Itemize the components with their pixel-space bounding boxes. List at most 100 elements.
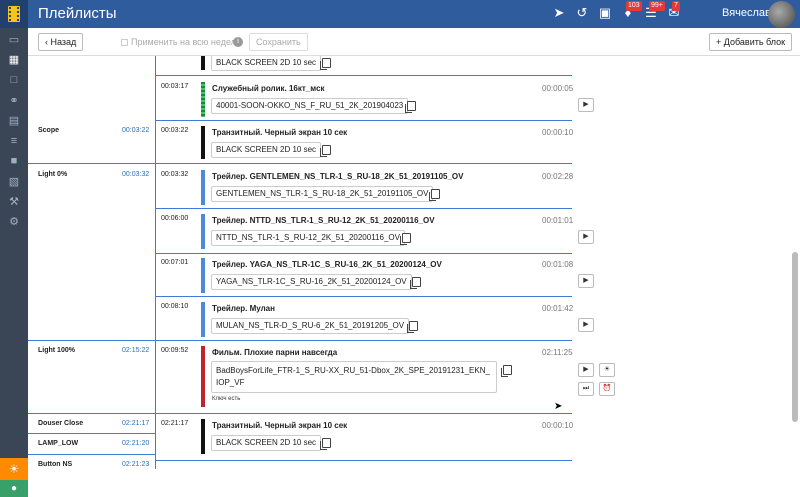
alarm-button[interactable]: ⏰ <box>599 382 615 396</box>
block-divider <box>28 163 155 164</box>
avatar[interactable] <box>768 1 795 28</box>
event-divider <box>155 253 572 254</box>
event-bar <box>201 82 205 117</box>
block-time: 02:21:23 <box>122 461 150 468</box>
copy-icon[interactable] <box>320 145 331 157</box>
event-duration: 00:01:42 <box>542 304 574 313</box>
event-duration: 00:00:10 <box>542 421 574 430</box>
map-icon[interactable]: ▧ <box>7 176 21 188</box>
event-title: Трейлер. GENTLEMEN_NS_TLR-1_S_RU-18_2K_5… <box>212 172 464 181</box>
tasks-badge: 99+ <box>649 1 665 11</box>
back-button[interactable]: ‹ Назад <box>38 33 84 51</box>
volume-button[interactable]: ▶ <box>578 98 594 112</box>
block-divider <box>28 413 155 414</box>
add-block-button[interactable]: + Добавить блок <box>709 33 793 51</box>
event-divider <box>155 75 572 76</box>
block-name: Button NS <box>38 461 73 468</box>
block-name: Scope <box>38 127 60 134</box>
rocket-icon[interactable]: ➤ <box>552 6 566 20</box>
event-title: Фильм. Плохие парни навсегда <box>212 348 338 357</box>
inbox-icon[interactable]: ▣ <box>598 6 612 20</box>
volume-button[interactable]: ▶ <box>578 274 594 288</box>
lightbulb-button[interactable]: ☀ <box>599 363 615 377</box>
event-title: Трейлер. Мулан <box>212 304 275 313</box>
apply-week-label: Применить на всю неделю <box>131 37 243 47</box>
volume-button[interactable]: ▶ <box>578 230 594 244</box>
save-button[interactable]: Сохранить <box>249 33 308 51</box>
event-title: Трейлер. YAGA_NS_TLR-1C_S_RU-16_2K_51_20… <box>212 260 442 269</box>
wrench-icon[interactable]: ⚒ <box>7 196 21 208</box>
playlist-icon[interactable]: ▦ <box>7 54 21 66</box>
skip-button[interactable]: ⏭ <box>578 382 594 396</box>
event-file: GENTLEMEN_NS_TLR-1_S_RU-18_2K_51_2019110… <box>211 186 434 202</box>
event-divider <box>155 208 572 209</box>
apply-week-checkbox[interactable] <box>121 39 128 46</box>
event-duration: 00:00:05 <box>542 84 574 93</box>
user-name[interactable]: Вячеслав <box>722 7 771 19</box>
calendar-icon[interactable]: ▤ <box>7 115 21 127</box>
copy-icon[interactable] <box>407 321 418 333</box>
event-bar <box>201 56 205 70</box>
block-name: Douser Close <box>38 420 84 427</box>
lamp-icon[interactable]: ☀ <box>0 458 28 480</box>
block-divider <box>28 454 155 455</box>
event-bar <box>201 302 205 337</box>
copy-icon[interactable] <box>400 233 411 245</box>
scrollbar[interactable] <box>792 252 798 422</box>
film-icon <box>8 6 20 22</box>
event-bar <box>201 419 205 454</box>
block-time: 02:21:17 <box>122 420 150 427</box>
event-divider <box>155 120 572 121</box>
event-start: 00:07:01 <box>161 259 189 266</box>
event-duration: 02:11:25 <box>542 348 573 357</box>
event-start: 00:08:10 <box>161 303 189 310</box>
event-file: 40001-SOON-OKKO_NS_F_RU_51_2K_201904023 <box>211 98 409 114</box>
volume-button[interactable]: ▶ <box>578 363 594 377</box>
toolbar: ‹ Назад Применить на всю неделю i Сохран… <box>28 28 800 56</box>
event-divider <box>155 296 572 297</box>
playlist-timeline: Scope 00:03:22 Light 0% 00:03:32 Light 1… <box>28 56 800 469</box>
history-icon[interactable]: ↺ <box>575 6 589 20</box>
block-time: 00:03:22 <box>122 127 150 134</box>
gear-icon[interactable]: ⚙ <box>7 216 21 228</box>
status-icon[interactable]: ● <box>0 480 28 497</box>
event-duration: 00:01:01 <box>542 216 574 225</box>
top-bar: Плейлисты ➤ ↺ ▣ ♦ 103 ☰ 99+ ✉ 7 Вячеслав <box>0 0 800 28</box>
app-logo[interactable] <box>0 0 28 28</box>
event-duration: 00:02:28 <box>542 172 574 181</box>
block-name: Light 100% <box>38 347 75 354</box>
event-start: 00:09:52 <box>161 347 189 354</box>
info-icon[interactable]: i <box>233 37 243 47</box>
copy-icon[interactable] <box>320 438 331 450</box>
event-file: NTTD_NS_TLR-1_S_RU-12_2K_51_20200116_OV <box>211 230 405 246</box>
timeline-axis <box>155 56 156 469</box>
event-bar <box>201 126 205 159</box>
event-file: YAGA_NS_TLR-1C_S_RU-16_2K_51_20200124_OV <box>211 274 412 290</box>
back-label: Назад <box>50 37 77 47</box>
briefcase-icon[interactable]: ■ <box>7 155 21 167</box>
copy-icon[interactable] <box>405 101 416 113</box>
event-divider <box>155 163 572 164</box>
event-start: 00:03:22 <box>161 127 189 134</box>
event-duration: 00:01:08 <box>542 260 574 269</box>
volume-button[interactable]: ▶ <box>578 318 594 332</box>
event-file: BadBoysForLife_FTR-1_S_RU-XX_RU_51-Dbox_… <box>211 361 497 393</box>
folder-icon[interactable]: □ <box>7 74 21 86</box>
event-title: Трейлер. NTTD_NS_TLR-1_S_RU-12_2K_51_202… <box>212 216 435 225</box>
event-start: 02:21:17 <box>161 420 189 427</box>
copy-icon[interactable] <box>429 189 440 201</box>
monitor-icon[interactable]: ▭ <box>7 34 21 46</box>
notifications-badge: 103 <box>626 1 642 11</box>
key-icon[interactable]: ⚭ <box>7 95 21 107</box>
block-divider <box>28 340 155 341</box>
copy-icon[interactable] <box>320 58 331 70</box>
event-divider <box>155 460 572 461</box>
list-icon[interactable]: ≡ <box>7 135 21 147</box>
page-title: Плейлисты <box>38 5 117 22</box>
copy-icon[interactable] <box>410 277 421 289</box>
block-name: Light 0% <box>38 171 68 178</box>
event-bar <box>201 346 205 407</box>
copy-icon[interactable] <box>501 365 512 377</box>
event-start: 00:03:17 <box>161 83 189 90</box>
event-file: MULAN_NS_TLR-D_S_RU-6_2K_51_20191205_OV <box>211 318 410 334</box>
